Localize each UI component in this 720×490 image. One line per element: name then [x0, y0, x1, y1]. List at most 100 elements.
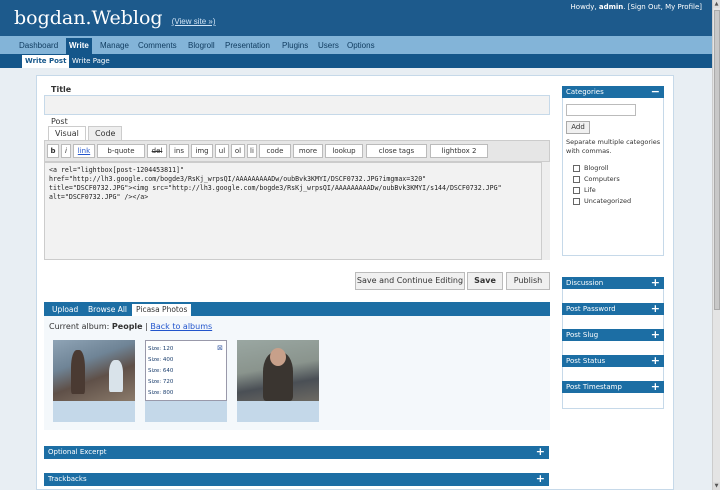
quicktag-lightbox-button[interactable]: lightbox 2 — [430, 144, 488, 158]
scroll-down-icon[interactable]: ▼ — [713, 482, 720, 490]
menu-manage[interactable]: Manage — [97, 38, 132, 54]
photo-thumbnail[interactable] — [237, 340, 319, 422]
title-label: Title — [51, 85, 72, 94]
photo-image[interactable] — [53, 340, 135, 401]
content-line: alt="DSCF0732.JPG" /></a> — [49, 193, 149, 201]
add-category-button[interactable]: Add — [566, 121, 590, 134]
tab-visual[interactable]: Visual — [48, 126, 86, 141]
quicktag-del-button[interactable]: del — [147, 144, 167, 158]
sub-menu: Write Post Write Page — [0, 54, 712, 68]
scroll-up-icon[interactable]: ▲ — [713, 0, 720, 8]
trackbacks-title: Trackbacks — [48, 475, 87, 483]
size-option[interactable]: Size: 720 — [148, 379, 173, 385]
user-greeting: Howdy, admin. [Sign Out, My Profile] — [571, 3, 702, 11]
box-footer — [562, 393, 664, 409]
blog-name: bogdan.Weblog — [14, 7, 163, 29]
category-hint: Separate multiple categories with commas… — [566, 138, 661, 155]
expand-icon[interactable]: + — [651, 277, 660, 289]
category-checkbox[interactable] — [573, 165, 580, 172]
post-timestamp-box[interactable]: Post Timestamp + — [562, 381, 664, 393]
close-icon[interactable]: ⊠ — [217, 344, 223, 352]
menu-blogroll[interactable]: Blogroll — [185, 38, 218, 54]
quicktag-li-button[interactable]: li — [247, 144, 257, 158]
expand-icon[interactable]: + — [651, 329, 660, 341]
menu-presentation[interactable]: Presentation — [222, 38, 273, 54]
size-option[interactable]: Size: 640 — [148, 368, 173, 374]
post-status-box[interactable]: Post Status + — [562, 355, 664, 367]
trackbacks-box[interactable]: Trackbacks + — [44, 473, 549, 486]
categories-header[interactable]: Categories − — [562, 86, 664, 98]
category-checkbox[interactable] — [573, 187, 580, 194]
optional-excerpt-title: Optional Excerpt — [48, 448, 107, 456]
tab-code[interactable]: Code — [88, 126, 123, 141]
expand-icon[interactable]: + — [651, 381, 660, 393]
menu-options[interactable]: Options — [344, 38, 378, 54]
save-continue-button[interactable]: Save and Continue Editing — [355, 272, 465, 290]
quicktag-bquote-button[interactable]: b-quote — [97, 144, 145, 158]
editor-scrollbar[interactable] — [541, 162, 550, 260]
new-category-input[interactable] — [566, 104, 636, 116]
post-label: Post — [51, 117, 68, 126]
discussion-title: Discussion — [566, 279, 604, 287]
category-label: Computers — [584, 175, 620, 183]
expand-icon[interactable]: + — [651, 355, 660, 367]
quicktag-bold-button[interactable]: b — [47, 144, 59, 158]
quicktag-ol-button[interactable]: ol — [231, 144, 245, 158]
user-name-link[interactable]: admin — [599, 3, 623, 11]
category-label: Blogroll — [584, 164, 609, 172]
blog-title: bogdan.Weblog (View site ») — [14, 7, 216, 29]
post-slug-title: Post Slug — [566, 331, 599, 339]
post-password-title: Post Password — [566, 305, 616, 313]
album-label: Current album: — [49, 322, 110, 331]
quicktag-ul-button[interactable]: ul — [215, 144, 229, 158]
title-input[interactable] — [44, 95, 550, 115]
category-checkbox[interactable] — [573, 176, 580, 183]
view-site-link[interactable]: (View site ») — [172, 17, 216, 26]
quicktag-img-button[interactable]: img — [191, 144, 213, 158]
collapse-icon[interactable]: − — [651, 86, 660, 98]
optional-excerpt-box[interactable]: Optional Excerpt + — [44, 446, 549, 459]
main-menu: Dashboard Write Manage Comments Blogroll… — [0, 36, 712, 54]
scroll-thumb[interactable] — [714, 10, 720, 310]
photo-thumbnail[interactable] — [53, 340, 135, 422]
photo-thumbnail[interactable]: ⊠ Size: 120 Size: 400 Size: 640 Size: 72… — [145, 340, 227, 422]
quicktag-italic-button[interactable]: i — [61, 144, 71, 158]
submenu-write-page[interactable]: Write Page — [69, 55, 113, 68]
back-to-albums-link[interactable]: Back to albums — [150, 322, 212, 331]
size-option[interactable]: Size: 400 — [148, 357, 173, 363]
discussion-box[interactable]: Discussion + — [562, 277, 664, 289]
quicktag-close-tags-button[interactable]: close tags — [366, 144, 427, 158]
menu-plugins[interactable]: Plugins — [279, 38, 311, 54]
signout-profile-links[interactable]: . [Sign Out, My Profile] — [623, 3, 702, 11]
photo-image[interactable] — [237, 340, 319, 401]
menu-comments[interactable]: Comments — [135, 38, 180, 54]
save-button[interactable]: Save — [467, 272, 503, 290]
submenu-write-post[interactable]: Write Post — [22, 55, 70, 68]
content-line: <a rel="lightbox[post-1204453811]" — [49, 166, 184, 174]
menu-dashboard[interactable]: Dashboard — [16, 38, 61, 54]
size-option[interactable]: Size: 120 — [148, 346, 173, 352]
menu-write[interactable]: Write — [66, 38, 92, 54]
expand-icon[interactable]: + — [536, 446, 545, 458]
album-name: People — [111, 322, 143, 331]
menu-users[interactable]: Users — [315, 38, 342, 54]
quicktag-ins-button[interactable]: ins — [169, 144, 189, 158]
page-scrollbar[interactable]: ▲ ▼ — [712, 0, 720, 490]
content-line: title="DSCF0732.JPG"><img src="http://lh… — [49, 184, 502, 192]
size-option[interactable]: Size: 800 — [148, 390, 173, 396]
post-slug-box[interactable]: Post Slug + — [562, 329, 664, 341]
post-content-textarea[interactable]: <a rel="lightbox[post-1204453811]" href="… — [44, 162, 550, 260]
howdy-prefix: Howdy, — [570, 3, 599, 11]
post-timestamp-title: Post Timestamp — [566, 383, 622, 391]
category-label: Uncategorized — [584, 197, 632, 205]
quicktag-more-button[interactable]: more — [293, 144, 323, 158]
post-password-box[interactable]: Post Password + — [562, 303, 664, 315]
expand-icon[interactable]: + — [536, 473, 545, 485]
quicktag-lookup-button[interactable]: lookup — [325, 144, 363, 158]
expand-icon[interactable]: + — [651, 303, 660, 315]
post-status-title: Post Status — [566, 357, 606, 365]
quicktag-link-button[interactable]: link — [73, 144, 95, 158]
quicktag-code-button[interactable]: code — [259, 144, 291, 158]
category-checkbox[interactable] — [573, 198, 580, 205]
publish-button[interactable]: Publish — [506, 272, 550, 290]
